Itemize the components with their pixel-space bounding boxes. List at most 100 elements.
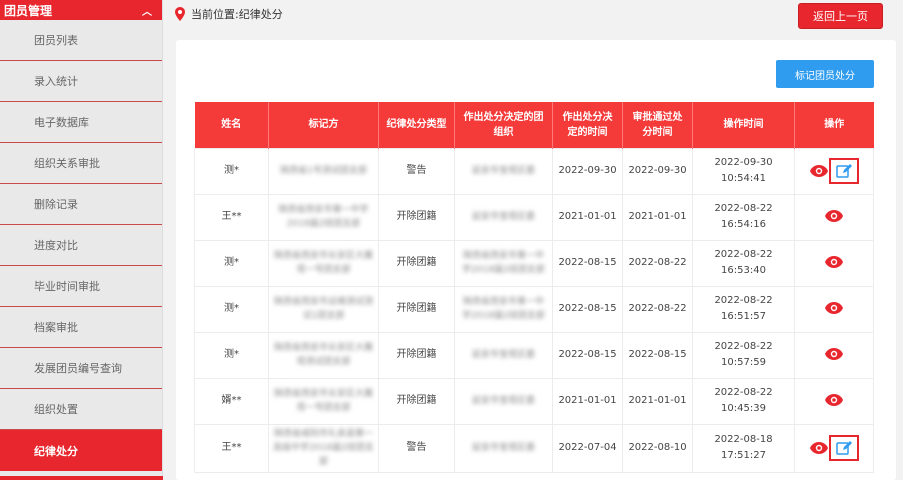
cell-op-time: 2022-09-30 10:54:41: [692, 147, 795, 195]
sidebar-item[interactable]: 档案审批: [0, 307, 162, 348]
table-row: 王** 陕西省西安市第一中学2018届2班团支部 开除团籍 延安市宝塔区委 2021-0…: [194, 193, 874, 241]
cell-marker-text: 陕西省西安市第一中学2018届2班团支部: [278, 204, 369, 229]
cell-marker-text: 陕西省西安市长安区大雁塔一号团支部: [273, 250, 373, 275]
cell-op-time: 2022-08-22 10:57:59: [692, 331, 795, 379]
edit-button[interactable]: [828, 158, 859, 184]
cell-marker-text: 陕西省西安市长安区大雁塔一号团支部: [273, 388, 373, 413]
sidebar-header[interactable]: 团员管理 ︿: [0, 0, 162, 20]
cell-org: 延安市宝塔区委: [454, 423, 553, 473]
cell-org: 延安市宝塔区委: [454, 331, 553, 379]
cell-org: 延安市宝塔区委: [454, 147, 553, 195]
table-row: 测* 陕西省西安市长安区大雁塔一号团支部 开除团籍 陕西省西安市第一中学2018届2班…: [194, 239, 874, 287]
cell-actions: [794, 285, 874, 333]
chevron-up-icon[interactable]: ︿: [142, 3, 152, 18]
eye-icon[interactable]: [809, 165, 828, 177]
sidebar: 团员管理 ︿ 团员列表 录入统计 电子数据库 组织关系审批 删除记录 进度对比 毕业时间审批…: [0, 0, 163, 480]
eye-icon[interactable]: [809, 442, 828, 454]
sidebar-item[interactable]: 团员列表: [0, 20, 162, 61]
cell-name: 王**: [194, 423, 269, 473]
cell-org-text: 延安市宝塔区委: [471, 212, 535, 222]
sidebar-item[interactable]: 录入统计: [0, 61, 162, 102]
eye-icon[interactable]: [825, 210, 843, 222]
cell-type: 开除团籍: [378, 377, 455, 425]
cell-org: 陕西省西安市第一中学2018届2班团支部: [454, 239, 553, 287]
cell-approved: 2022-09-30: [622, 147, 693, 195]
cell-type: 开除团籍: [378, 239, 455, 287]
cell-decided: 2021-01-01: [552, 377, 623, 425]
col-header-actions: 操作: [794, 102, 874, 148]
cell-actions: [794, 423, 874, 473]
top-bar: 当前位置:纪律处分 返回上一页: [163, 0, 903, 29]
cell-marker: 陕西省西安市第一中学2018届2班团支部: [268, 193, 379, 241]
cell-marker: 陕西省西安市长安区大雁塔测试团支部: [268, 331, 379, 379]
cell-op-time: 2022-08-18 17:51:27: [692, 423, 795, 473]
cell-org-text: 延安市宝塔区委: [471, 443, 535, 453]
cell-actions: [794, 193, 874, 241]
sidebar-item[interactable]: 纪律处分: [0, 430, 162, 471]
sidebar-bottom-bar: [0, 476, 163, 480]
sidebar-item[interactable]: 发展团员编号查询: [0, 348, 162, 389]
cell-org-text: 延安市宝塔区委: [471, 350, 535, 360]
back-button[interactable]: 返回上一页: [798, 3, 883, 29]
cell-op-time: 2022-08-22 16:51:57: [692, 285, 795, 333]
cell-decided: 2022-08-15: [552, 331, 623, 379]
cell-decided: 2022-09-30: [552, 147, 623, 195]
cell-actions: [794, 239, 874, 287]
col-header-name: 姓名: [194, 102, 269, 148]
cell-marker-text: 陕西省1号测试团支部: [280, 166, 367, 176]
cell-type: 开除团籍: [378, 331, 455, 379]
cell-actions: [794, 147, 874, 195]
table-row: 测* 陕西省1号测试团支部 警告 延安市宝塔区委 2022-09-30 2022-09-3…: [194, 147, 874, 195]
cell-name: 测*: [194, 331, 269, 379]
cell-org-text: 延安市宝塔区委: [471, 396, 535, 406]
mark-member-discipline-button[interactable]: 标记团员处分: [776, 60, 874, 88]
table-row: 测* 陕西省西安市长安区大雁塔测试团支部 开除团籍 延安市宝塔区委 2022-08-15…: [194, 331, 874, 379]
eye-icon[interactable]: [825, 302, 843, 314]
cell-org: 延安市宝塔区委: [454, 377, 553, 425]
sidebar-item[interactable]: 组织关系审批: [0, 143, 162, 184]
cell-type: 警告: [378, 423, 455, 473]
edit-icon: [835, 441, 852, 455]
sidebar-item[interactable]: 组织处置: [0, 389, 162, 430]
sidebar-item[interactable]: 删除记录: [0, 184, 162, 225]
cell-marker: 陕西省西安市长安区大雁塔一号团支部: [268, 239, 379, 287]
col-header-approved: 审批通过处分时间: [622, 102, 693, 148]
cell-op-time: 2022-08-22 16:53:40: [692, 239, 795, 287]
cell-approved: 2022-08-22: [622, 239, 693, 287]
cell-marker-text: 陕西省咸阳市礼泉县第一高级中学2018届2班团支部: [273, 428, 374, 467]
eye-icon[interactable]: [825, 256, 843, 268]
cell-marker-text: 陕西省西安市长安区大雁塔测试团支部: [273, 342, 373, 367]
cell-op-time: 2022-08-22 10:45:39: [692, 377, 795, 425]
main-panel: 标记团员处分 姓名 标记方 纪律处分类型 作出处分决定的团组织 作出处分决定的时…: [176, 40, 896, 480]
cell-op-time: 2022-08-22 16:54:16: [692, 193, 795, 241]
edit-button[interactable]: [828, 435, 859, 461]
sidebar-item[interactable]: 进度对比: [0, 225, 162, 266]
cell-org: 陕西省西安市第一中学2018届2班团支部: [454, 285, 553, 333]
breadcrumb: 当前位置:纪律处分: [191, 8, 283, 21]
table-header-row: 姓名 标记方 纪律处分类型 作出处分决定的团组织 作出处分决定的时间 审批通过处…: [194, 102, 874, 148]
eye-icon[interactable]: [825, 348, 843, 360]
cell-name: 测*: [194, 285, 269, 333]
cell-approved: 2022-08-10: [622, 423, 693, 473]
cell-approved: 2021-01-01: [622, 377, 693, 425]
cell-decided: 2022-07-04: [552, 423, 623, 473]
cell-org-text: 陕西省西安市第一中学2018届2班团支部: [462, 296, 545, 321]
cell-approved: 2022-08-15: [622, 331, 693, 379]
cell-name: 王**: [194, 193, 269, 241]
sidebar-item[interactable]: 电子数据库: [0, 102, 162, 143]
sidebar-item[interactable]: 毕业时间审批: [0, 266, 162, 307]
cell-decided: 2022-08-15: [552, 239, 623, 287]
cell-org: 延安市宝塔区委: [454, 193, 553, 241]
table-row: 测* 陕西省西安市运维测试测试1团支部 开除团籍 陕西省西安市第一中学2018届2班团…: [194, 285, 874, 333]
cell-org-text: 陕西省西安市第一中学2018届2班团支部: [462, 250, 545, 275]
sidebar-header-label: 团员管理: [4, 3, 53, 18]
cell-marker: 陕西省咸阳市礼泉县第一高级中学2018届2班团支部: [268, 423, 379, 473]
cell-name: 婿**: [194, 377, 269, 425]
cell-marker-text: 陕西省西安市运维测试测试1团支部: [273, 296, 373, 321]
col-header-org: 作出处分决定的团组织: [454, 102, 553, 148]
col-header-op-time: 操作时间: [692, 102, 795, 148]
eye-icon[interactable]: [825, 394, 843, 406]
cell-org-text: 延安市宝塔区委: [471, 166, 535, 176]
cell-type: 开除团籍: [378, 285, 455, 333]
cell-marker: 陕西省西安市运维测试测试1团支部: [268, 285, 379, 333]
